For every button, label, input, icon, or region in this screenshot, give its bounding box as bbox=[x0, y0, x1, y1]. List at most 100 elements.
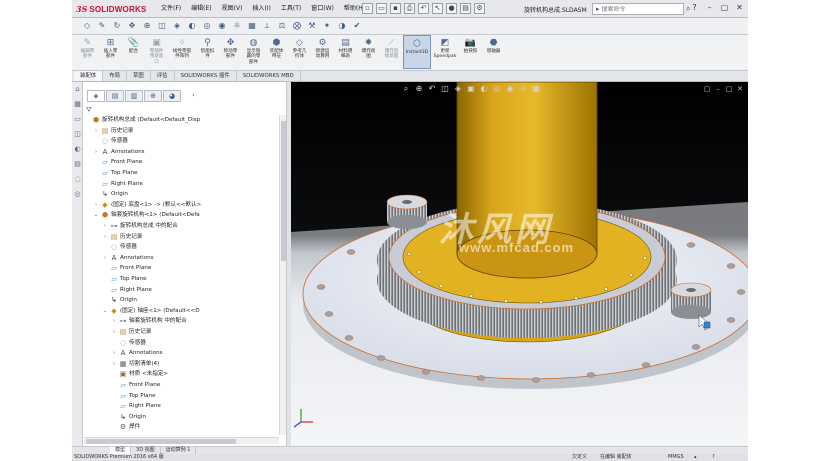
viewport-maximize-icon[interactable]: □ bbox=[725, 85, 733, 93]
menu-edit[interactable]: 编辑(E) bbox=[186, 4, 216, 14]
show-hidden-button[interactable]: ◍ 显示隐 藏的零 部件 bbox=[242, 35, 265, 69]
tree-node[interactable]: ▱ Top Plane bbox=[93, 168, 137, 178]
menu-file[interactable]: 文件(F) bbox=[156, 4, 186, 14]
tab-motion-study-1[interactable]: 运动算例 1 bbox=[161, 447, 197, 454]
smart-dimension-icon[interactable]: ◇ bbox=[82, 21, 92, 31]
update-speedpak-button[interactable]: ◩ 更新 Speedpak bbox=[431, 35, 459, 69]
menu-insert[interactable]: 插入(I) bbox=[247, 4, 275, 14]
section-icon[interactable]: ◫ bbox=[440, 84, 450, 94]
tree-node[interactable]: ▱ Front Plane bbox=[102, 263, 151, 273]
pan-icon[interactable]: ✥ bbox=[127, 21, 137, 31]
scene-hud-icon[interactable]: ☼ bbox=[518, 84, 528, 94]
smart-fastener-button[interactable]: ⚲ 智能扣 件 bbox=[196, 35, 219, 69]
tree-node[interactable]: › ▤ 历史记录 bbox=[102, 232, 142, 242]
file-explorer-icon[interactable]: ▭ bbox=[73, 115, 82, 124]
units-dropdown-icon[interactable]: ▴ bbox=[694, 454, 697, 461]
expand-arrow-icon[interactable]: › bbox=[102, 232, 108, 242]
tab-mbd[interactable]: SOLIDWORKS MBD bbox=[237, 71, 301, 81]
more-tabs-icon[interactable]: › bbox=[192, 91, 195, 99]
tree-node[interactable]: › ▤ 历史记录 bbox=[111, 327, 151, 337]
status-units[interactable]: MMGS bbox=[668, 454, 684, 461]
expand-arrow-icon[interactable]: › bbox=[93, 126, 99, 136]
hide-show-icon[interactable]: ◎ bbox=[202, 21, 212, 31]
expand-arrow-icon[interactable]: › bbox=[102, 221, 108, 231]
minimize-icon[interactable]: – bbox=[703, 2, 716, 14]
exploded-view-button[interactable]: ✸ 爆炸视 图 bbox=[357, 35, 380, 69]
expand-arrow-icon[interactable]: › bbox=[93, 147, 99, 157]
expand-arrow-icon[interactable]: › bbox=[102, 253, 108, 263]
select-icon[interactable]: ↖ bbox=[432, 3, 443, 14]
tree-node[interactable]: ▱ Front Plane bbox=[93, 157, 142, 167]
explode-line-sketch-button[interactable]: ⟋ 爆炸直 线草图 bbox=[380, 35, 403, 69]
view-settings-hud-icon[interactable]: ▦ bbox=[531, 84, 541, 94]
view-orientation-icon[interactable]: ◈ bbox=[172, 21, 182, 31]
tree-node[interactable]: › A Annotations bbox=[111, 348, 163, 358]
rebuild-icon[interactable]: ● bbox=[446, 3, 457, 14]
save-icon[interactable]: ▪ bbox=[390, 3, 401, 14]
expand-arrow-icon[interactable]: › bbox=[111, 327, 117, 337]
expand-arrow-icon[interactable]: › bbox=[93, 200, 99, 210]
collapse-arrow-icon[interactable]: ⌄ bbox=[102, 306, 108, 316]
tab-sketch[interactable]: 草图 bbox=[127, 71, 151, 81]
tree-node[interactable]: ▣ 材质 <未指定> bbox=[111, 369, 168, 379]
new-motion-study-button[interactable]: ⚙ 新建运 动算例 bbox=[311, 35, 334, 69]
tree-node[interactable]: ▱ Top Plane bbox=[102, 274, 146, 284]
close-icon[interactable]: ✕ bbox=[733, 2, 746, 14]
expand-arrow-icon[interactable]: › bbox=[111, 316, 117, 326]
open-document-icon[interactable]: ▭ bbox=[376, 3, 387, 14]
tab-layout[interactable]: 布局 bbox=[103, 71, 127, 81]
tree-node[interactable]: › ▦ 切割清单(4) bbox=[111, 359, 159, 369]
tree-node[interactable]: ⚙ 焊件 bbox=[111, 422, 140, 432]
tree-node[interactable]: ▱ Right Plane bbox=[93, 179, 143, 189]
tree-vertical-scrollbar[interactable] bbox=[279, 115, 286, 435]
file-properties-icon[interactable]: ▤ bbox=[460, 3, 471, 14]
solidworks-logo[interactable]: 3S SOLIDWORKS bbox=[76, 3, 146, 15]
appearance-hud-icon[interactable]: ◉ bbox=[505, 84, 515, 94]
expand-arrow-icon[interactable]: › bbox=[111, 359, 117, 369]
tree-node[interactable]: ↳ Origin bbox=[93, 189, 128, 199]
mate-button[interactable]: 📎 配合 bbox=[122, 35, 145, 69]
tree-node[interactable]: ▱ Right Plane bbox=[111, 401, 161, 411]
menu-window[interactable]: 窗口(W) bbox=[306, 4, 339, 14]
tree-node[interactable]: ↳ Origin bbox=[102, 295, 137, 305]
design-library-icon[interactable]: ▦ bbox=[73, 100, 82, 109]
tree-node[interactable]: ⬢ 旋转机构总成 (Default<Default_Disp bbox=[84, 115, 200, 125]
tree-node[interactable]: › ⊶ 轴套旋转机构 中的配合 bbox=[111, 316, 187, 326]
feature-tree-tab-icon[interactable]: ◈ bbox=[87, 90, 105, 102]
display-manager-tab-icon[interactable]: ◕ bbox=[163, 90, 181, 102]
tree-horizontal-scrollbar[interactable] bbox=[84, 437, 279, 444]
options-icon[interactable]: ⚙ bbox=[474, 3, 485, 14]
sketch-icon[interactable]: ✎ bbox=[97, 21, 107, 31]
interference-icon[interactable]: ⨂ bbox=[292, 21, 302, 31]
solidworks-resources-icon[interactable]: ◎ bbox=[73, 190, 82, 199]
instant3d-button[interactable]: ⬡ Instant3D bbox=[403, 35, 431, 69]
tree-node[interactable]: › ⊶ 旋转机构总成 中的配合 bbox=[102, 221, 178, 231]
display-style-hud-icon[interactable]: ◐ bbox=[479, 84, 489, 94]
linear-pattern-button[interactable]: ⁘ 线性零部 件阵列 bbox=[168, 35, 196, 69]
status-help-icon[interactable]: ? bbox=[712, 454, 715, 461]
check-icon[interactable]: ✔ bbox=[352, 21, 362, 31]
render-icon[interactable]: ✦ bbox=[322, 21, 332, 31]
hide-show-hud-icon[interactable]: ◎ bbox=[492, 84, 502, 94]
horizontal-scroll-thumb[interactable] bbox=[86, 439, 236, 444]
tree-node[interactable]: › A Annotations bbox=[93, 147, 145, 157]
tree-node[interactable]: ▱ Front Plane bbox=[111, 380, 160, 390]
reference-geometry-button[interactable]: ◇ 参考几 何体 bbox=[288, 35, 311, 69]
bom-button[interactable]: ▤ 材料明 细表 bbox=[334, 35, 357, 69]
snapshot-button[interactable]: 📷 拍快照 bbox=[459, 35, 482, 69]
dimxpert-tab-icon[interactable]: ⊕ bbox=[144, 90, 162, 102]
tree-node[interactable]: › ▤ 历史记录 bbox=[93, 126, 133, 136]
scene-icon[interactable]: ☼ bbox=[232, 21, 242, 31]
tab-addins[interactable]: SOLIDWORKS 插件 bbox=[175, 71, 237, 81]
view-palette-icon[interactable]: ◫ bbox=[73, 130, 82, 139]
forum-icon[interactable]: ◌ bbox=[73, 175, 82, 184]
viewport-close-icon[interactable]: ✕ bbox=[736, 85, 744, 93]
photoview-icon[interactable]: ◑ bbox=[337, 21, 347, 31]
previous-view-icon[interactable]: ↶ bbox=[427, 84, 437, 94]
search-input[interactable] bbox=[601, 5, 662, 13]
view-settings-icon[interactable]: ▦ bbox=[247, 21, 257, 31]
section-view-icon[interactable]: ◫ bbox=[157, 21, 167, 31]
tree-node[interactable]: ◌ 传感器 bbox=[102, 242, 137, 252]
tree-node[interactable]: ▱ Right Plane bbox=[102, 285, 152, 295]
assembly-feature-button[interactable]: ⬢ 装配体 特征 bbox=[265, 35, 288, 69]
